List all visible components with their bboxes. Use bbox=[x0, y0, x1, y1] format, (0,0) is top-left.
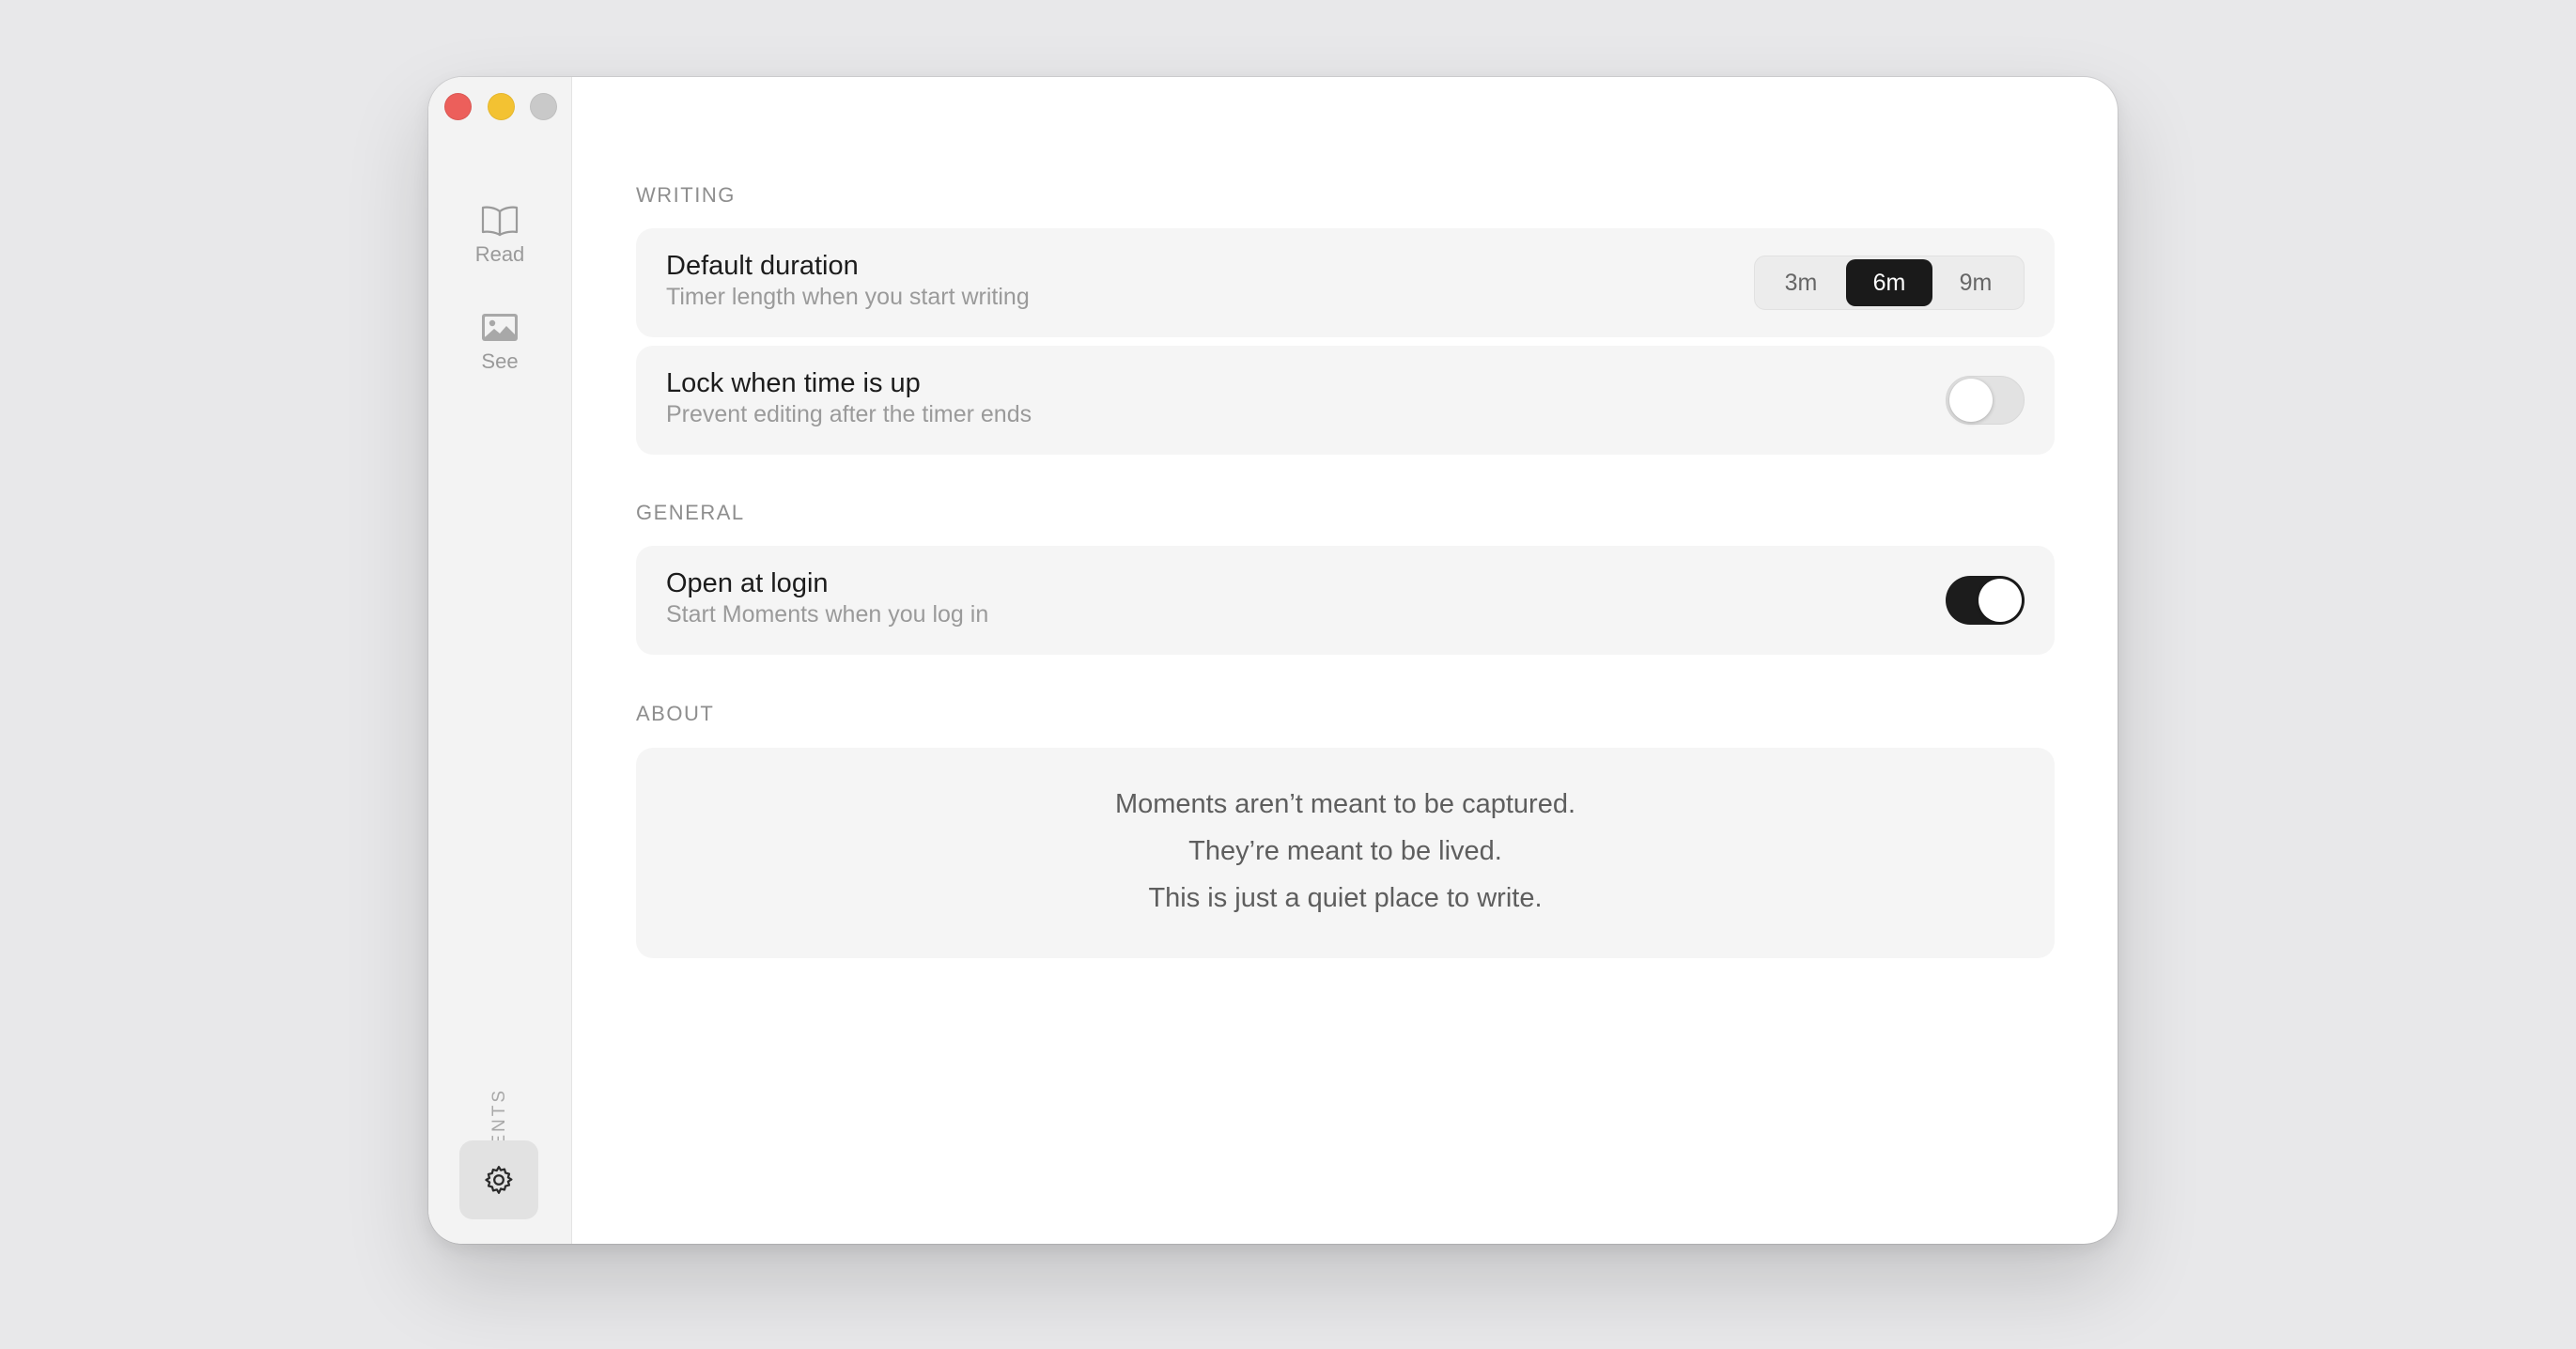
about-line: This is just a quiet place to write. bbox=[1148, 883, 1543, 913]
image-icon bbox=[482, 314, 518, 341]
app-window: Read See MOMENTS WRITING Default duratio… bbox=[428, 77, 2118, 1244]
maximize-window-button[interactable] bbox=[530, 93, 557, 120]
sidebar-item-label: See bbox=[481, 349, 519, 373]
settings-button[interactable] bbox=[459, 1140, 538, 1219]
lock-when-time-up-row: Lock when time is up Prevent editing aft… bbox=[636, 346, 2055, 455]
minimize-window-button[interactable] bbox=[488, 93, 515, 120]
book-icon bbox=[481, 206, 519, 237]
toggle-knob bbox=[1949, 379, 1993, 422]
lock-toggle[interactable] bbox=[1946, 376, 2025, 425]
toggle-knob bbox=[1979, 579, 2022, 622]
sidebar: Read See MOMENTS bbox=[428, 77, 572, 1244]
lock-subtitle: Prevent editing after the timer ends bbox=[666, 401, 1032, 427]
default-duration-title: Default duration bbox=[666, 251, 859, 281]
about-line: Moments aren’t meant to be captured. bbox=[1114, 789, 1576, 819]
duration-option-9m[interactable]: 9m bbox=[1932, 259, 2019, 306]
open-at-login-toggle[interactable] bbox=[1946, 576, 2025, 625]
settings-content: WRITING Default duration Timer length wh… bbox=[571, 77, 2118, 1244]
section-title-writing: WRITING bbox=[636, 183, 736, 207]
duration-option-6m[interactable]: 6m bbox=[1846, 259, 1932, 306]
sidebar-item-read[interactable]: Read bbox=[428, 205, 571, 267]
section-title-about: ABOUT bbox=[636, 702, 715, 725]
gear-icon bbox=[485, 1166, 513, 1194]
about-card: Moments aren’t meant to be captured. The… bbox=[636, 748, 2055, 958]
duration-segmented-control: 3m 6m 9m bbox=[1754, 256, 2025, 310]
open-at-login-subtitle: Start Moments when you log in bbox=[666, 601, 989, 628]
open-at-login-row: Open at login Start Moments when you log… bbox=[636, 546, 2055, 655]
about-line: They’re meant to be lived. bbox=[1188, 836, 1502, 866]
sidebar-item-see[interactable]: See bbox=[428, 312, 571, 374]
default-duration-subtitle: Timer length when you start writing bbox=[666, 284, 1030, 310]
default-duration-row: Default duration Timer length when you s… bbox=[636, 228, 2055, 337]
lock-title: Lock when time is up bbox=[666, 368, 921, 398]
section-title-general: GENERAL bbox=[636, 501, 745, 524]
duration-option-3m[interactable]: 3m bbox=[1758, 259, 1844, 306]
close-window-button[interactable] bbox=[444, 93, 472, 120]
sidebar-item-label: Read bbox=[474, 242, 525, 266]
open-at-login-title: Open at login bbox=[666, 568, 829, 598]
